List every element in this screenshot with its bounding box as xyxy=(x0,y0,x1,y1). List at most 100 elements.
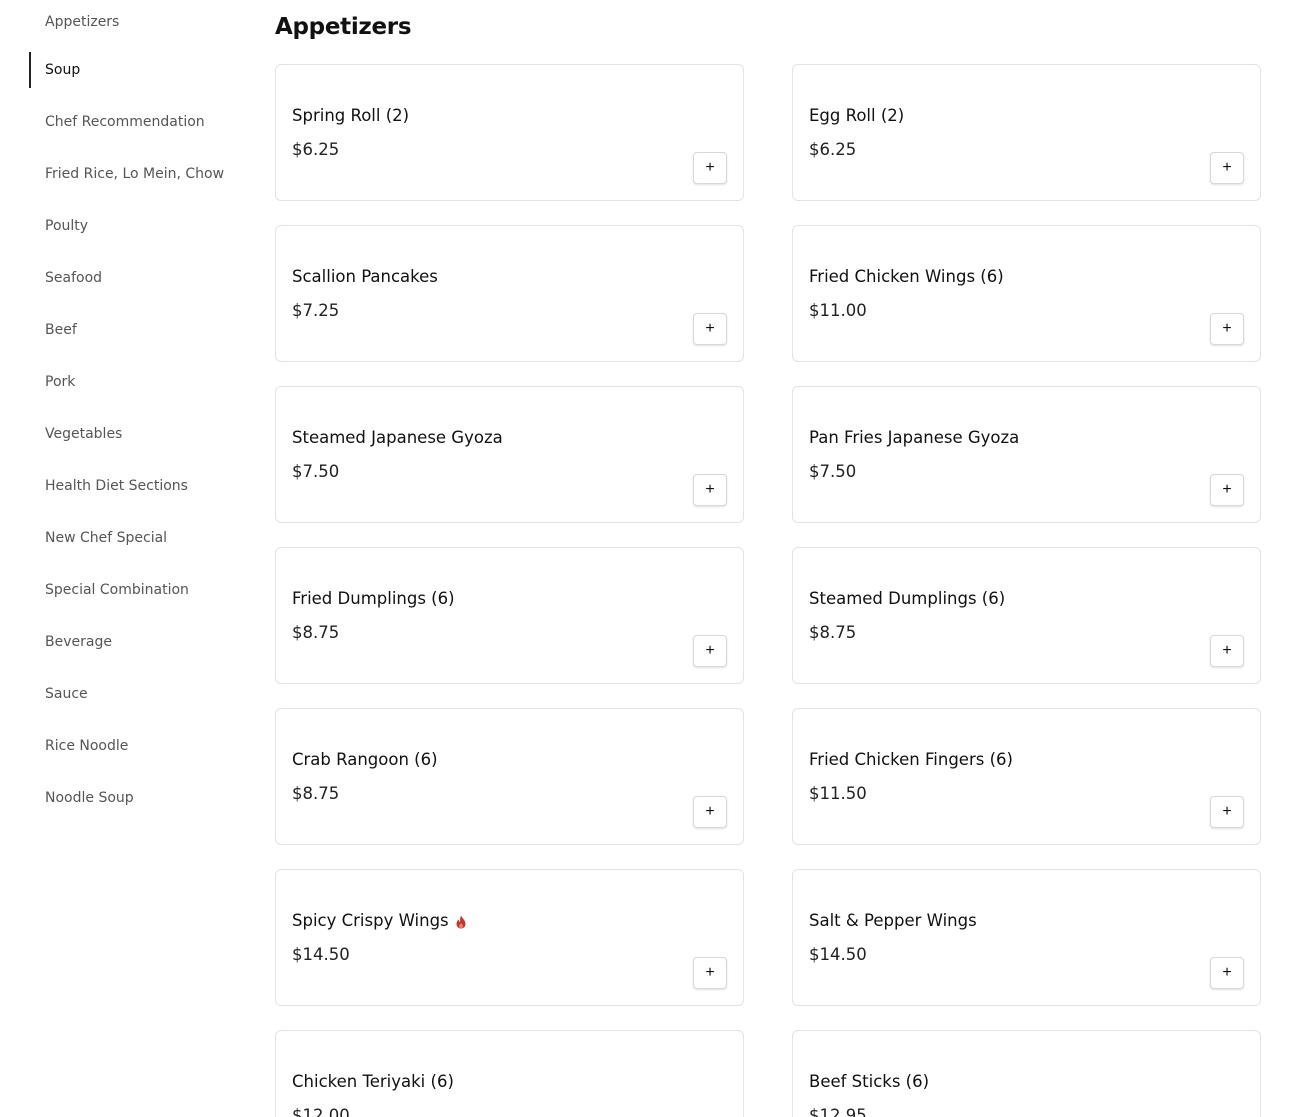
plus-icon: + xyxy=(1222,642,1232,659)
menu-item-name-text: Spring Roll (2) xyxy=(292,106,410,125)
sidebar-item-label: Appetizers xyxy=(45,14,120,30)
add-item-button[interactable]: + xyxy=(693,152,727,184)
menu-item-card[interactable]: Fried Chicken Fingers (6) $11.50 + xyxy=(792,708,1261,845)
menu-item-card[interactable]: Spicy Crispy Wings $14.50 + xyxy=(275,869,744,1006)
category-sidebar: Appetizers Soup Chef Recommendation Frie… xyxy=(29,0,249,824)
add-item-button[interactable]: + xyxy=(693,313,727,345)
sidebar-item-fried-rice[interactable]: Fried Rice, Lo Mein, Chow xyxy=(29,148,249,200)
menu-item-price: $14.50 xyxy=(292,945,350,964)
sidebar-item-label: Seafood xyxy=(45,270,103,286)
sidebar-item-health-diet[interactable]: Health Diet Sections xyxy=(29,460,249,512)
add-item-button[interactable]: + xyxy=(1210,313,1244,345)
plus-icon: + xyxy=(705,803,715,820)
menu-item-price: $14.50 xyxy=(809,945,867,964)
sidebar-item-label: Pork xyxy=(45,374,76,390)
menu-item-price: $6.25 xyxy=(809,140,857,159)
menu-item-name-text: Pan Fries Japanese Gyoza xyxy=(809,428,1020,447)
menu-item-card[interactable]: Chicken Teriyaki (6)$12.00+ xyxy=(275,1030,744,1117)
menu-item-card[interactable]: Scallion Pancakes $7.25 + xyxy=(275,225,744,362)
sidebar-item-label: Vegetables xyxy=(45,426,123,442)
menu-item-name-text: Fried Dumplings (6) xyxy=(292,589,455,608)
sidebar-item-new-chef-special[interactable]: New Chef Special xyxy=(29,512,249,564)
menu-item-card[interactable]: Beef Sticks (6)$12.95+ xyxy=(792,1030,1261,1117)
menu-item-name-text: Beef Sticks (6) xyxy=(809,1072,930,1091)
plus-icon: + xyxy=(705,159,715,176)
menu-item-price: $8.75 xyxy=(292,784,340,803)
sidebar-item-label: Fried Rice, Lo Mein, Chow xyxy=(45,166,225,182)
menu-item-card[interactable]: Fried Chicken Wings (6) $11.00 + xyxy=(792,225,1261,362)
sidebar-item-chef-recommendation[interactable]: Chef Recommendation xyxy=(29,96,249,148)
sidebar-item-pork[interactable]: Pork xyxy=(29,356,249,408)
sidebar-item-label: Beef xyxy=(45,322,77,338)
menu-item-price: $8.75 xyxy=(809,623,857,642)
plus-icon: + xyxy=(705,320,715,337)
sidebar-item-beverage[interactable]: Beverage xyxy=(29,616,249,668)
menu-item-card[interactable]: Fried Dumplings (6) $8.75 + xyxy=(275,547,744,684)
sidebar-item-seafood[interactable]: Seafood xyxy=(29,252,249,304)
sidebar-item-special-combination[interactable]: Special Combination xyxy=(29,564,249,616)
menu-item-card[interactable]: Spring Roll (2) $6.25 + xyxy=(275,64,744,201)
sidebar-item-label: New Chef Special xyxy=(45,530,168,546)
add-item-button[interactable]: + xyxy=(693,635,727,667)
sidebar-item-appetizers[interactable]: Appetizers xyxy=(29,0,249,44)
menu-item-card[interactable]: Crab Rangoon (6) $8.75 + xyxy=(275,708,744,845)
menu-item-name-text: Steamed Dumplings (6) xyxy=(809,589,1006,608)
menu-item-card[interactable]: Egg Roll (2) $6.25 + xyxy=(792,64,1261,201)
sidebar-item-label: Soup xyxy=(45,62,81,78)
menu-item-name-text: Steamed Japanese Gyoza xyxy=(292,428,503,447)
menu-item-card[interactable]: Steamed Dumplings (6) $8.75 + xyxy=(792,547,1261,684)
sidebar-item-poultry[interactable]: Poulty xyxy=(29,200,249,252)
sidebar-item-noodle-soup[interactable]: Noodle Soup xyxy=(29,772,249,824)
sidebar-item-label: Poulty xyxy=(45,218,89,234)
menu-item-name: Spring Roll (2) xyxy=(292,106,409,125)
plus-icon: + xyxy=(1222,803,1232,820)
add-item-button[interactable]: + xyxy=(693,474,727,506)
add-item-button[interactable]: + xyxy=(1210,796,1244,828)
menu-item-name: Beef Sticks (6) xyxy=(809,1072,929,1091)
menu-item-card[interactable]: Pan Fries Japanese Gyoza $7.50 + xyxy=(792,386,1261,523)
menu-item-name: Steamed Dumplings (6) xyxy=(809,589,1005,608)
section-title: Appetizers xyxy=(275,14,412,40)
add-item-button[interactable]: + xyxy=(1210,474,1244,506)
add-item-button[interactable]: + xyxy=(1210,152,1244,184)
menu-item-price: $11.00 xyxy=(809,301,867,320)
menu-item-name: Scallion Pancakes xyxy=(292,267,438,286)
menu-item-name-text: Egg Roll (2) xyxy=(809,106,905,125)
menu-item-price: $8.75 xyxy=(292,623,340,642)
add-item-button[interactable]: + xyxy=(1210,635,1244,667)
menu-item-price: $7.25 xyxy=(292,301,340,320)
sidebar-item-rice-noodle[interactable]: Rice Noodle xyxy=(29,720,249,772)
menu-item-name-text: Scallion Pancakes xyxy=(292,267,438,286)
menu-item-name-text: Salt & Pepper Wings xyxy=(809,911,977,930)
plus-icon: + xyxy=(705,964,715,981)
plus-icon: + xyxy=(705,642,715,659)
menu-item-name: Spicy Crispy Wings xyxy=(292,911,467,930)
sidebar-item-beef[interactable]: Beef xyxy=(29,304,249,356)
menu-item-price: $6.25 xyxy=(292,140,340,159)
menu-item-card[interactable]: Salt & Pepper Wings $14.50 + xyxy=(792,869,1261,1006)
plus-icon: + xyxy=(705,481,715,498)
plus-icon: + xyxy=(1222,481,1232,498)
spicy-flame-icon xyxy=(455,914,467,928)
menu-item-grid: Spring Roll (2) $6.25 + Egg Roll (2) $6.25 + S… xyxy=(275,64,1261,1117)
sidebar-item-sauce[interactable]: Sauce xyxy=(29,668,249,720)
add-item-button[interactable]: + xyxy=(1210,957,1244,989)
plus-icon: + xyxy=(1222,159,1232,176)
add-item-button[interactable]: + xyxy=(693,957,727,989)
add-item-button[interactable]: + xyxy=(693,796,727,828)
menu-item-name-text: Fried Chicken Wings (6) xyxy=(809,267,1004,286)
menu-item-name: Fried Chicken Wings (6) xyxy=(809,267,1004,286)
menu-item-name: Egg Roll (2) xyxy=(809,106,904,125)
plus-icon: + xyxy=(1222,320,1232,337)
menu-item-name: Fried Chicken Fingers (6) xyxy=(809,750,1013,769)
menu-item-card[interactable]: Steamed Japanese Gyoza $7.50 + xyxy=(275,386,744,523)
menu-item-name-text: Crab Rangoon (6) xyxy=(292,750,438,769)
sidebar-item-vegetables[interactable]: Vegetables xyxy=(29,408,249,460)
menu-item-name: Steamed Japanese Gyoza xyxy=(292,428,503,447)
sidebar-item-soup[interactable]: Soup xyxy=(29,44,249,96)
sidebar-item-label: Health Diet Sections xyxy=(45,478,188,494)
menu-item-name: Chicken Teriyaki (6) xyxy=(292,1072,454,1091)
sidebar-item-label: Beverage xyxy=(45,634,112,650)
sidebar-item-label: Noodle Soup xyxy=(45,790,134,806)
menu-item-name: Pan Fries Japanese Gyoza xyxy=(809,428,1019,447)
